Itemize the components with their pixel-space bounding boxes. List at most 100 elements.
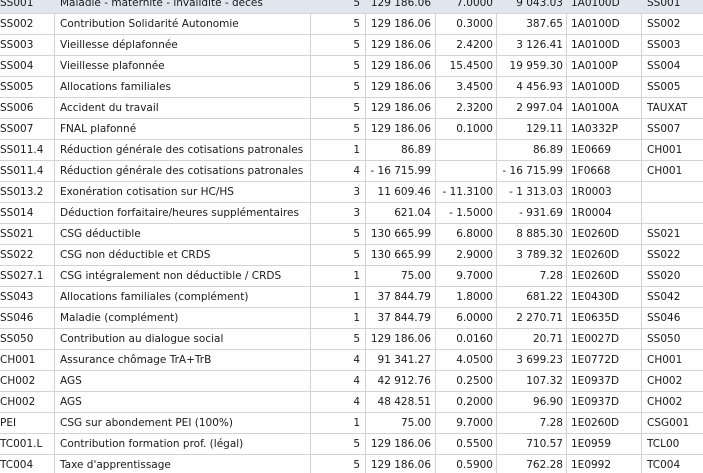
row-code: SS007	[0, 123, 34, 135]
table-row[interactable]: CH002 AGS 4 48 428.51 0.2000 96.90 1E0937D CH00…	[0, 392, 703, 413]
row-code: SS002	[0, 18, 34, 30]
row-multiplier: 4	[353, 354, 360, 366]
row-label: Assurance chômage TrA+TrB	[60, 354, 212, 366]
row-base: 129 186.06	[370, 438, 431, 450]
row-amount: 681.22	[526, 291, 563, 303]
row-rate: 9.7000	[456, 417, 493, 429]
table-row[interactable]: SS050 Contribution au dialogue social 5 129…	[0, 329, 703, 350]
row-base: 91 341.27	[377, 354, 431, 366]
row-label: Accident du travail	[60, 102, 159, 114]
row-amount: 2 270.71	[516, 312, 563, 324]
row-amount: 9 043.03	[516, 0, 563, 9]
row-amount: 107.32	[526, 375, 563, 387]
row-multiplier: 1	[353, 417, 360, 429]
table-row[interactable]: SS005 Allocations familiales 5 129 186.06 3.…	[0, 77, 703, 98]
table-row[interactable]: SS046 Maladie (complément) 1 37 844.79 6.000…	[0, 308, 703, 329]
table-row[interactable]: SS003 Vieillesse déplafonnée 5 129 186.06 2.…	[0, 35, 703, 56]
row-account: 1E0635D	[571, 312, 620, 324]
table-row[interactable]: SS001 Maladie - maternité - invalidité - …	[0, 0, 703, 14]
row-amount: 8 885.30	[516, 228, 563, 240]
row-account: 1A0100D	[571, 18, 620, 30]
row-reference: TAUXAT	[647, 102, 688, 114]
table-row[interactable]: SS022 CSG non déductible et CRDS 5 130 665.…	[0, 245, 703, 266]
row-rate: 9.7000	[456, 270, 493, 282]
row-rate: 0.2000	[456, 396, 493, 408]
table-row[interactable]: SS027.1 CSG intégralement non déductible …	[0, 266, 703, 287]
row-label: Maladie - maternité - invalidité - décès	[60, 0, 263, 9]
row-amount: 129.11	[526, 123, 563, 135]
row-account: 1E0937D	[571, 375, 620, 387]
row-multiplier: 1	[353, 312, 360, 324]
row-account: 1E0027D	[571, 333, 620, 345]
row-rate: 7.0000	[456, 0, 493, 9]
table-row[interactable]: CH001 Assurance chômage TrA+TrB 4 91 341.27…	[0, 350, 703, 371]
row-multiplier: 5	[353, 333, 360, 345]
row-amount: 86.89	[532, 144, 563, 156]
row-multiplier: 3	[353, 186, 360, 198]
row-account: 1A0100D	[571, 81, 620, 93]
row-rate: 2.9000	[456, 249, 493, 261]
row-multiplier: 1	[353, 270, 360, 282]
row-reference: SS021	[647, 228, 681, 240]
row-account: 1E0772D	[571, 354, 620, 366]
row-label: Contribution Solidarité Autonomie	[60, 18, 239, 30]
table-row[interactable]: CH002 AGS 4 42 912.76 0.2500 107.32 1E0937D CH0…	[0, 371, 703, 392]
row-label: AGS	[60, 396, 82, 408]
row-reference: SS002	[647, 18, 681, 30]
table-row[interactable]: SS011.4 Réduction générale des cotisation…	[0, 140, 703, 161]
row-amount: 710.57	[526, 438, 563, 450]
row-label: Réduction générale des cotisations patro…	[60, 144, 304, 156]
row-rate: 0.3000	[456, 18, 493, 30]
row-reference: SS050	[647, 333, 681, 345]
row-amount: 7.28	[539, 270, 563, 282]
row-base: 621.04	[394, 207, 431, 219]
row-multiplier: 4	[353, 375, 360, 387]
table-row[interactable]: SS014 Déduction forfaitaire/heures supplé…	[0, 203, 703, 224]
table-row[interactable]: PEI CSG sur abondement PEI (100%) 1 75.00 9.…	[0, 413, 703, 434]
row-reference: CSG001	[647, 417, 690, 429]
row-amount: 20.71	[532, 333, 563, 345]
row-code: SS022	[0, 249, 34, 261]
row-reference: SS001	[647, 0, 681, 9]
row-rate: 0.2500	[456, 375, 493, 387]
row-account: 1R0003	[571, 186, 612, 198]
row-multiplier: 5	[353, 81, 360, 93]
row-code: SS050	[0, 333, 34, 345]
row-base: 37 844.79	[377, 291, 431, 303]
row-account: 1E0937D	[571, 396, 620, 408]
table-row[interactable]: SS011.4 Réduction générale des cotisation…	[0, 161, 703, 182]
row-reference: SS042	[647, 291, 681, 303]
row-account: 1F0668	[571, 165, 611, 177]
row-code: SS011.4	[0, 165, 44, 177]
table-row[interactable]: SS013.2 Exonération cotisation sur HC/HS 3…	[0, 182, 703, 203]
table-row[interactable]: SS002 Contribution Solidarité Autonomie 5 1…	[0, 14, 703, 35]
row-base: 129 186.06	[370, 81, 431, 93]
row-reference: CH001	[647, 354, 683, 366]
table-row[interactable]: SS004 Vieillesse plafonnée 5 129 186.06 15.4…	[0, 56, 703, 77]
row-multiplier: 5	[353, 60, 360, 72]
row-amount: 96.90	[532, 396, 563, 408]
table-row[interactable]: SS006 Accident du travail 5 129 186.06 2.320…	[0, 98, 703, 119]
row-base: 129 186.06	[370, 0, 431, 9]
row-account: 1A0100A	[571, 102, 619, 114]
row-amount: 387.65	[526, 18, 563, 30]
row-base: 48 428.51	[377, 396, 431, 408]
row-code: CH002	[0, 375, 36, 387]
row-reference: SS005	[647, 81, 681, 93]
table-row[interactable]: SS007 FNAL plafonné 5 129 186.06 0.1000 129.1…	[0, 119, 703, 140]
row-multiplier: 5	[353, 0, 360, 9]
row-account: 1E0992	[571, 459, 612, 471]
row-multiplier: 5	[353, 123, 360, 135]
row-base: 75.00	[400, 417, 431, 429]
table-row[interactable]: TC001.L Contribution formation prof. (lég…	[0, 434, 703, 455]
row-rate: 0.0160	[456, 333, 493, 345]
row-amount: 19 959.30	[509, 60, 563, 72]
table-row[interactable]: SS021 CSG déductible 5 130 665.99 6.8000 8 88…	[0, 224, 703, 245]
row-account: 1R0004	[571, 207, 612, 219]
row-base: 129 186.06	[370, 39, 431, 51]
row-code: SS043	[0, 291, 34, 303]
row-code: TC001.L	[0, 438, 43, 450]
row-amount: 762.28	[526, 459, 563, 471]
table-row[interactable]: TC004 Taxe d'apprentissage 5 129 186.06 0.59…	[0, 455, 703, 473]
table-row[interactable]: SS043 Allocations familiales (complément)…	[0, 287, 703, 308]
